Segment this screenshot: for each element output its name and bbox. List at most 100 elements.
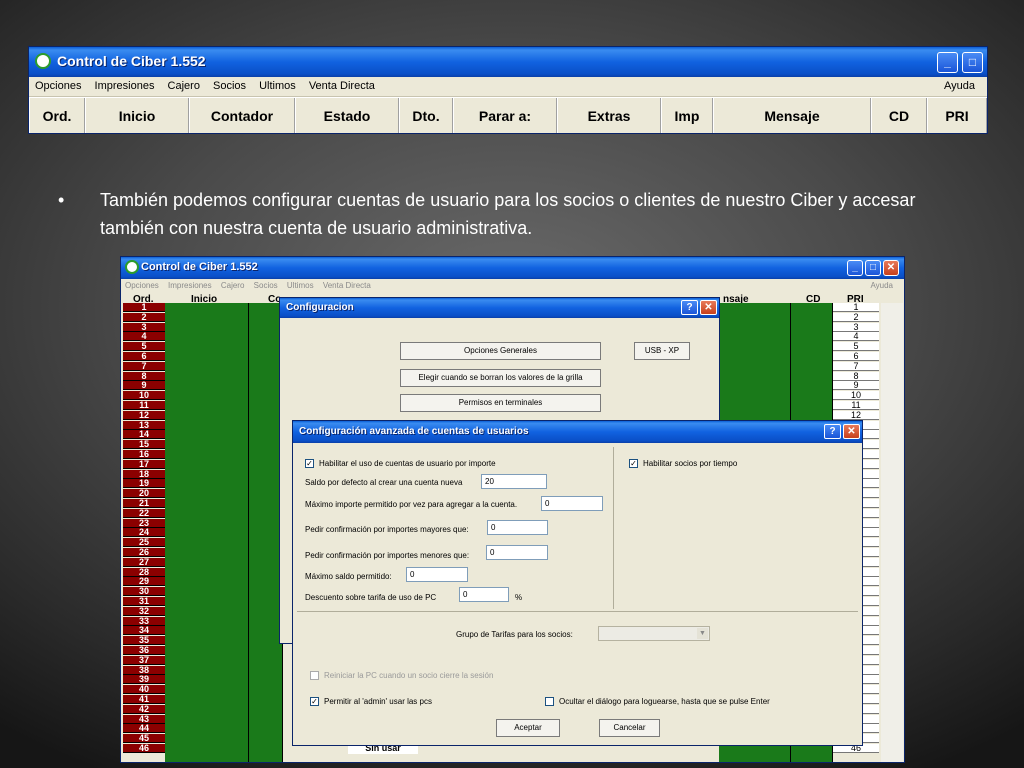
row-number[interactable]: 32 xyxy=(123,607,165,616)
row-number[interactable]: 37 xyxy=(123,656,165,665)
screenshot-menu-socios[interactable]: Socios xyxy=(250,279,281,290)
screenshot-menu-opciones[interactable]: Opciones xyxy=(121,279,162,290)
row-number[interactable]: 5 xyxy=(123,342,165,351)
col-imp[interactable]: Imp xyxy=(661,98,713,133)
row-number[interactable]: 9 xyxy=(123,381,165,390)
control-de-ciber-window: Control de Ciber 1.552 _ □ ✕ Opciones Im… xyxy=(28,46,988,134)
row-number[interactable]: 17 xyxy=(123,460,165,469)
menu-impresiones[interactable]: Impresiones xyxy=(89,77,159,92)
menu-venta-directa[interactable]: Venta Directa xyxy=(303,77,379,92)
row-number[interactable]: 46 xyxy=(123,744,165,753)
row-number[interactable]: 6 xyxy=(123,352,165,361)
usb-xp-button[interactable]: USB - XP xyxy=(634,342,690,360)
confirmacion-menores-field[interactable]: 0 xyxy=(486,545,548,560)
col-cd[interactable]: CD xyxy=(871,98,927,133)
maximize-button[interactable]: □ xyxy=(962,52,983,73)
screenshot-menu-venta-directa[interactable]: Venta Directa xyxy=(319,279,374,290)
row-number[interactable]: 4 xyxy=(123,332,165,341)
row-number[interactable]: 31 xyxy=(123,597,165,606)
row-number[interactable]: 7 xyxy=(123,362,165,371)
col-ord[interactable]: Ord. xyxy=(29,98,85,133)
grid-scrollbar[interactable] xyxy=(881,303,903,762)
col-pri[interactable]: PRI xyxy=(927,98,987,133)
minimize-button[interactable]: _ xyxy=(937,52,958,73)
grupo-tarifas-label: Grupo de Tarifas para los socios: xyxy=(456,630,573,639)
row-number[interactable]: 2 xyxy=(123,313,165,322)
screenshot-menu-ultimos[interactable]: Ultimos xyxy=(283,279,317,290)
menu-opciones[interactable]: Opciones xyxy=(29,77,85,92)
row-number[interactable]: 12 xyxy=(123,411,165,420)
screenshot-menu-ayuda[interactable]: Ayuda xyxy=(866,279,896,290)
row-number[interactable]: 19 xyxy=(123,479,165,488)
row-number[interactable]: 21 xyxy=(123,499,165,508)
reiniciar-pc-label: Reiniciar la PC cuando un socio cierre l… xyxy=(324,671,494,680)
col-parar-a[interactable]: Parar a: xyxy=(453,98,557,133)
maximo-importe-field[interactable]: 0 xyxy=(541,496,603,511)
screenshot-minimize-button[interactable]: _ xyxy=(847,260,863,276)
habilitar-socios-checkbox[interactable]: ✓ xyxy=(629,459,638,468)
reiniciar-pc-checkbox[interactable] xyxy=(310,671,319,680)
config-close-button[interactable]: ✕ xyxy=(700,300,717,315)
row-number[interactable]: 34 xyxy=(123,626,165,635)
col-estado[interactable]: Estado xyxy=(295,98,399,133)
vertical-separator xyxy=(613,447,614,609)
row-number[interactable]: 30 xyxy=(123,587,165,596)
screenshot-close-button[interactable]: ✕ xyxy=(883,260,899,276)
confirmacion-mayores-field[interactable]: 0 xyxy=(487,520,548,535)
col-dto[interactable]: Dto. xyxy=(399,98,453,133)
opciones-generales-button[interactable]: Opciones Generales xyxy=(400,342,601,360)
col-mensaje[interactable]: Mensaje xyxy=(713,98,871,133)
row-number[interactable]: 27 xyxy=(123,558,165,567)
row-number[interactable]: 25 xyxy=(123,538,165,547)
screenshot-menu-bar: Opciones Impresiones Cajero Socios Ultim… xyxy=(121,279,904,294)
row-number[interactable]: 11 xyxy=(123,401,165,410)
saldo-defecto-field[interactable]: 20 xyxy=(481,474,547,489)
row-number[interactable]: 22 xyxy=(123,509,165,518)
col-extras[interactable]: Extras xyxy=(557,98,661,133)
menu-cajero[interactable]: Cajero xyxy=(162,77,204,92)
row-number[interactable]: 15 xyxy=(123,440,165,449)
row-number[interactable]: 14 xyxy=(123,430,165,439)
row-number[interactable]: 39 xyxy=(123,675,165,684)
col-inicio[interactable]: Inicio xyxy=(85,98,189,133)
row-number[interactable]: 44 xyxy=(123,724,165,733)
row-number[interactable]: 26 xyxy=(123,548,165,557)
adv-close-button[interactable]: ✕ xyxy=(843,424,860,439)
row-number[interactable]: 20 xyxy=(123,489,165,498)
menu-ayuda[interactable]: Ayuda xyxy=(938,77,979,92)
row-number[interactable]: 45 xyxy=(123,734,165,743)
screenshot-menu-cajero[interactable]: Cajero xyxy=(217,279,248,290)
adv-title-bar: Configuración avanzada de cuentas de usu… xyxy=(293,421,862,443)
config-help-button[interactable]: ? xyxy=(681,300,698,315)
row-number[interactable]: 1 xyxy=(123,303,165,312)
screenshot-app-icon xyxy=(125,260,139,274)
ocultar-dialogo-checkbox[interactable] xyxy=(545,697,554,706)
permitir-admin-label: Permitir al 'admin' usar las pcs xyxy=(324,697,432,706)
cancelar-button[interactable]: Cancelar xyxy=(599,719,660,737)
grupo-tarifas-select[interactable]: ▼ xyxy=(598,626,710,641)
aceptar-button[interactable]: Aceptar xyxy=(496,719,560,737)
permisos-terminales-button[interactable]: Permisos en terminales xyxy=(400,394,601,412)
row-number[interactable]: 40 xyxy=(123,685,165,694)
adv-help-button[interactable]: ? xyxy=(824,424,841,439)
pri-cell: 9 xyxy=(833,381,879,390)
col-contador[interactable]: Contador xyxy=(189,98,295,133)
close-button[interactable]: ✕ xyxy=(987,52,988,73)
row-number[interactable]: 35 xyxy=(123,636,165,645)
descuento-field[interactable]: 0 xyxy=(459,587,509,602)
screenshot-menu-impresiones[interactable]: Impresiones xyxy=(164,279,215,290)
permitir-admin-checkbox[interactable]: ✓ xyxy=(310,697,319,706)
row-number[interactable]: 29 xyxy=(123,577,165,586)
row-number[interactable]: 24 xyxy=(123,528,165,537)
row-number[interactable]: 16 xyxy=(123,450,165,459)
elegir-borrado-button[interactable]: Elegir cuando se borran los valores de l… xyxy=(400,369,601,387)
row-number[interactable]: 41 xyxy=(123,695,165,704)
row-number[interactable]: 10 xyxy=(123,391,165,400)
menu-socios[interactable]: Socios xyxy=(207,77,250,92)
row-number[interactable]: 36 xyxy=(123,646,165,655)
maximo-saldo-field[interactable]: 0 xyxy=(406,567,468,582)
row-number[interactable]: 42 xyxy=(123,705,165,714)
menu-ultimos[interactable]: Ultimos xyxy=(253,77,300,92)
habilitar-uso-checkbox[interactable]: ✓ xyxy=(305,459,314,468)
screenshot-maximize-button[interactable]: □ xyxy=(865,260,881,276)
